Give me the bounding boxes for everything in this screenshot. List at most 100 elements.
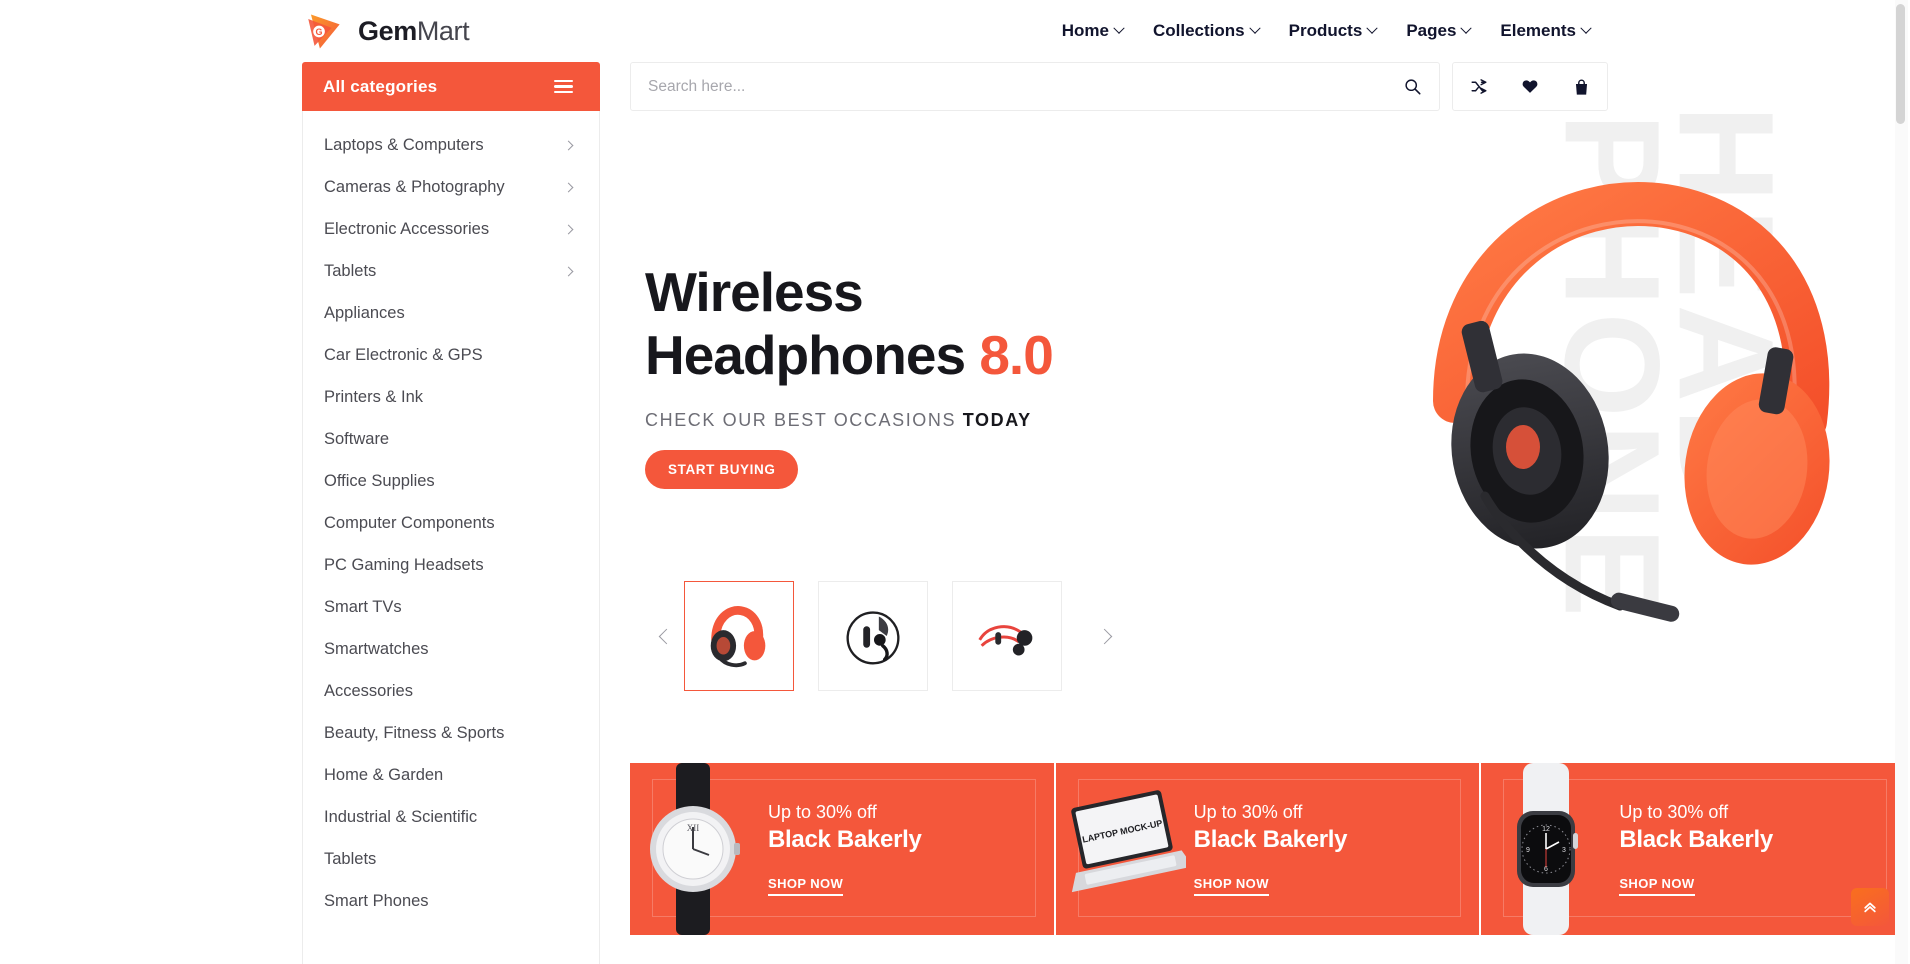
hero-title-line2: Headphones (645, 323, 966, 386)
sidebar-item-pc-gaming-headsets[interactable]: PC Gaming Headsets (303, 544, 599, 586)
sidebar-item-home-garden[interactable]: Home & Garden (303, 754, 599, 796)
hero-title: Wireless Headphones 8.0 (645, 261, 1054, 386)
sidebar-item-laptops-computers[interactable]: Laptops & Computers (303, 124, 599, 166)
sidebar-item-electronic-accessories[interactable]: Electronic Accessories (303, 208, 599, 250)
svg-text:9: 9 (1526, 847, 1530, 854)
sidebar-item-tablets-2[interactable]: Tablets (303, 838, 599, 880)
category-label: Smartwatches (324, 639, 429, 658)
search-bar[interactable] (630, 62, 1440, 111)
promo-discount: Up to 30% off (768, 802, 877, 822)
page-scrollbar-track[interactable] (1895, 0, 1908, 964)
wrist-watch-image: XII (630, 763, 760, 935)
double-chevron-up-icon (1864, 902, 1876, 913)
sidebar-item-beauty-fitness-sports[interactable]: Beauty, Fitness & Sports (303, 712, 599, 754)
category-label: Home & Garden (324, 765, 444, 784)
nav-item-collections[interactable]: Collections (1153, 21, 1261, 41)
thumbnail-orange-gaming-headset[interactable] (684, 581, 794, 691)
carousel-next-button[interactable] (1086, 618, 1122, 654)
promo-shop-now-link[interactable]: SHOP NOW (768, 876, 844, 896)
start-buying-button[interactable]: START BUYING (645, 450, 799, 490)
hero-thumbnail-carousel (648, 581, 1122, 691)
svg-text:3: 3 (1562, 847, 1566, 854)
category-list: Laptops & Computers Cameras & Photograph… (302, 111, 600, 964)
promo-text-block: Up to 30% off Black Bakerly SHOP NOW (1611, 802, 1773, 896)
chevron-right-icon (1096, 628, 1112, 644)
hamburger-icon[interactable] (554, 79, 573, 94)
category-label: Appliances (324, 303, 405, 322)
sidebar-item-car-electronic-gps[interactable]: Car Electronic & GPS (303, 334, 599, 376)
cart-bag-icon (1576, 79, 1588, 95)
sidebar-item-cameras-photography[interactable]: Cameras & Photography (303, 166, 599, 208)
chevron-left-icon (658, 628, 674, 644)
chevron-down-icon (1580, 22, 1592, 34)
thumbnail-black-earbuds[interactable] (818, 581, 928, 691)
scroll-to-top-button[interactable] (1851, 888, 1889, 926)
carousel-prev-button[interactable] (648, 618, 684, 654)
sidebar-item-office-supplies[interactable]: Office Supplies (303, 460, 599, 502)
svg-text:G: G (316, 27, 323, 37)
sidebar-item-accessories[interactable]: Accessories (303, 670, 599, 712)
hero-subtitle-bold: TODAY (962, 410, 1032, 431)
brand-logo[interactable]: G GemMart (302, 10, 470, 53)
svg-text:6: 6 (1544, 866, 1548, 873)
sidebar-item-printers-ink[interactable]: Printers & Ink (303, 376, 599, 418)
sidebar-item-industrial-scientific[interactable]: Industrial & Scientific (303, 796, 599, 838)
thumbnail-red-wired-earphones[interactable] (952, 581, 1062, 691)
category-sidebar: All categories Laptops & Computers Camer… (302, 62, 600, 964)
promo-discount: Up to 30% off (1619, 802, 1729, 822)
promo-shop-now-link[interactable]: SHOP NOW (1619, 876, 1695, 896)
red-earphones-thumb-icon (978, 625, 1033, 656)
brand-name: GemMart (358, 15, 470, 47)
chevron-right-icon (563, 224, 574, 234)
nav-label: Home (1061, 21, 1109, 40)
sidebar-item-computer-components[interactable]: Computer Components (303, 502, 599, 544)
main-navigation: Home Collections Products Pages Elements (1061, 21, 1592, 41)
promo-banner-row: XII Up to 30% off Black Bakerly SHOP NOW (630, 763, 1906, 935)
svg-text:12: 12 (1542, 826, 1550, 833)
category-label: Tablets (324, 849, 377, 868)
all-categories-label: All categories (323, 76, 438, 96)
sidebar-item-software[interactable]: Software (303, 418, 599, 460)
gem-play-logo-icon: G (302, 10, 345, 53)
category-label: Beauty, Fitness & Sports (324, 723, 505, 742)
compare-button[interactable] (1470, 78, 1488, 95)
chevron-down-icon (1113, 22, 1125, 34)
chevron-right-icon (563, 266, 574, 276)
svg-text:XII: XII (687, 823, 700, 833)
sidebar-item-tablets[interactable]: Tablets (303, 250, 599, 292)
nav-label: Products (1288, 21, 1363, 40)
page-scrollbar-thumb[interactable] (1896, 4, 1905, 124)
category-label: Printers & Ink (324, 387, 424, 406)
hero-subtitle: CHECK OUR BEST OCCASIONS TODAY (645, 410, 1053, 431)
promo-shop-now-link[interactable]: SHOP NOW (1193, 876, 1269, 896)
brand-name-bold: Gem (358, 15, 417, 46)
compare-icon (1471, 79, 1487, 94)
promo-banner-watch[interactable]: XII Up to 30% off Black Bakerly SHOP NOW (630, 763, 1054, 935)
search-row (630, 62, 1905, 111)
wishlist-heart-icon (1523, 80, 1538, 93)
nav-item-elements[interactable]: Elements (1500, 21, 1592, 41)
page-body: All categories Laptops & Computers Camer… (0, 62, 1910, 964)
promo-banner-smartwatch[interactable]: 12 3 6 9 Up to 30% off Black Bakerly SHO… (1481, 763, 1906, 935)
category-label: Electronic Accessories (324, 219, 490, 238)
category-label: Cameras & Photography (324, 177, 505, 196)
promo-banner-laptop[interactable]: LAPTOP MOCK-UP Up to 30% off Black Baker… (1055, 763, 1480, 935)
sidebar-item-smart-tvs[interactable]: Smart TVs (303, 586, 599, 628)
brand-name-light: Mart (416, 15, 470, 46)
sidebar-item-appliances[interactable]: Appliances (303, 292, 599, 334)
search-submit-button[interactable] (1404, 78, 1421, 95)
sidebar-item-smart-phones[interactable]: Smart Phones (303, 880, 599, 922)
nav-item-home[interactable]: Home (1061, 21, 1125, 41)
search-input[interactable] (648, 77, 1404, 96)
nav-item-pages[interactable]: Pages (1406, 21, 1473, 41)
sidebar-item-smartwatches[interactable]: Smartwatches (303, 628, 599, 670)
wishlist-button[interactable] (1521, 78, 1539, 95)
cart-button[interactable] (1573, 78, 1590, 96)
chevron-down-icon (1366, 22, 1378, 34)
black-earbuds-thumb-icon (846, 611, 900, 665)
smartwatch-image: 12 3 6 9 (1481, 763, 1611, 935)
all-categories-header[interactable]: All categories (302, 62, 600, 111)
promo-title: Black Bakerly (1619, 826, 1773, 853)
nav-item-products[interactable]: Products (1288, 21, 1378, 41)
site-header: G GemMart Home Collections Products Page… (0, 0, 1910, 62)
